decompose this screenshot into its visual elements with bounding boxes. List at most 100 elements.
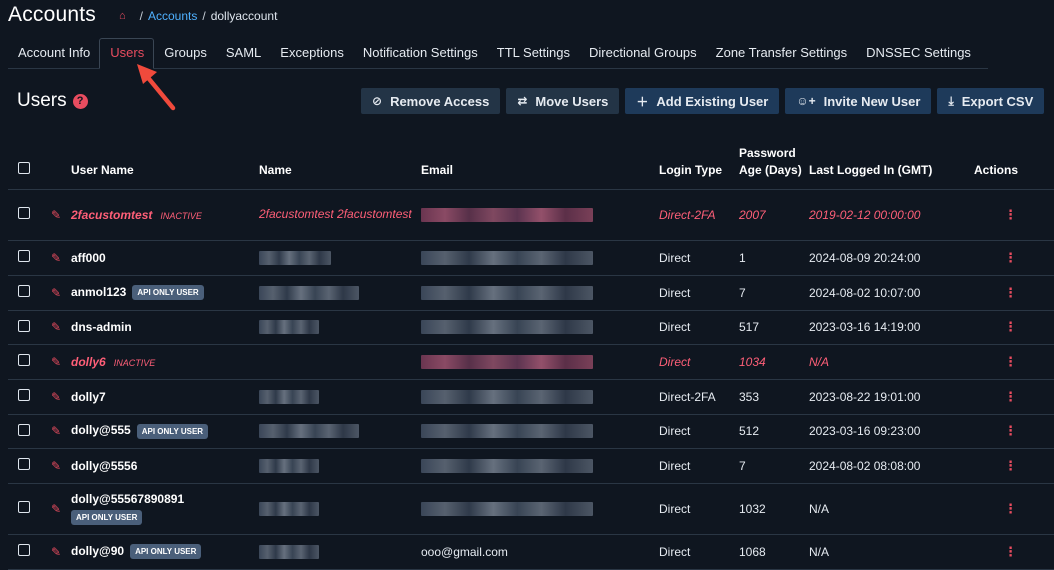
inactive-badge: INACTIVE <box>113 357 156 368</box>
kebab-menu-icon[interactable]: ⋮ <box>974 285 1017 300</box>
kebab-menu-icon[interactable]: ⋮ <box>974 501 1017 516</box>
table-row[interactable]: ✎ dolly@555 API ONLY USER Direct 512 2023-03-… <box>8 414 1054 449</box>
move-users-button[interactable]: ⇄ Move Users <box>506 88 620 114</box>
row-select-cell <box>8 379 43 415</box>
remove-access-button[interactable]: ⊘ Remove Access <box>361 88 501 114</box>
pencil-icon[interactable]: ✎ <box>51 459 61 473</box>
kebab-menu-icon[interactable]: ⋮ <box>974 423 1017 438</box>
row-select-cell <box>8 344 43 380</box>
kebab-menu-icon[interactable]: ⋮ <box>974 319 1017 334</box>
table-row[interactable]: ✎ dolly6 INACTIVE Direct 1034 N/A ⋮ <box>8 344 1054 380</box>
user-name-link[interactable]: dolly@90 <box>71 544 124 558</box>
pencil-icon[interactable]: ✎ <box>51 320 61 334</box>
password-age-cell: 7 <box>739 448 809 484</box>
tab-ttl-settings[interactable]: TTL Settings <box>487 38 579 68</box>
table-row[interactable]: ✎ dolly@5556 Direct 7 2024-08-02 08:08:00 ⋮ <box>8 448 1054 484</box>
tab-dnssec-settings[interactable]: DNSSEC Settings <box>856 38 980 68</box>
kebab-menu-icon[interactable]: ⋮ <box>974 207 1017 222</box>
pencil-icon[interactable]: ✎ <box>51 286 61 300</box>
login-type-cell: Direct <box>659 483 739 535</box>
pencil-icon[interactable]: ✎ <box>51 208 61 222</box>
password-age-cell: 353 <box>739 379 809 415</box>
breadcrumb-accounts-link[interactable]: Accounts <box>148 9 197 23</box>
last-logged-in-cell: N/A <box>809 483 974 535</box>
login-type-cell: Direct <box>659 240 739 276</box>
row-actions-cell: ⋮ <box>974 310 1054 345</box>
tab-account-info[interactable]: Account Info <box>8 38 99 68</box>
row-checkbox[interactable] <box>18 319 30 332</box>
select-all-checkbox[interactable] <box>18 161 30 174</box>
row-checkbox[interactable] <box>18 423 30 436</box>
home-icon[interactable]: ⌂ <box>119 10 126 22</box>
password-age-header[interactable]: Password Age (Days) <box>739 128 809 190</box>
user-name-link[interactable]: dolly@555 <box>71 423 131 437</box>
redacted-name <box>259 424 359 439</box>
email-header[interactable]: Email <box>421 128 659 190</box>
row-checkbox[interactable] <box>18 250 30 262</box>
row-checkbox[interactable] <box>18 458 30 470</box>
row-checkbox[interactable] <box>18 501 30 513</box>
add-existing-user-button[interactable]: ＋ Add Existing User <box>625 88 780 114</box>
row-checkbox[interactable] <box>18 544 30 556</box>
pencil-icon[interactable]: ✎ <box>51 390 61 404</box>
user-name-link[interactable]: aff000 <box>71 251 106 265</box>
row-checkbox[interactable] <box>18 389 30 401</box>
add-existing-user-label: Add Existing User <box>656 93 769 109</box>
table-row[interactable]: ✎ aff000 Direct 1 2024-08-09 20:24:00 ⋮ <box>8 240 1054 276</box>
user-name-cell: aff000 <box>71 240 259 276</box>
last-logged-in-cell: N/A <box>809 534 974 570</box>
table-row[interactable]: ✎ dolly7 Direct-2FA 353 2023-08-22 19:01:00 ⋮ <box>8 379 1054 415</box>
row-checkbox[interactable] <box>18 354 30 366</box>
kebab-menu-icon[interactable]: ⋮ <box>974 354 1017 369</box>
email-cell <box>421 344 659 380</box>
download-icon: ⤓ <box>948 93 954 108</box>
row-checkbox[interactable] <box>18 207 30 219</box>
pencil-icon[interactable]: ✎ <box>51 251 61 265</box>
invite-new-user-button[interactable]: ☺+ Invite New User <box>785 88 932 114</box>
login-type-header[interactable]: Login Type <box>659 128 739 190</box>
user-name-link[interactable]: dolly6 <box>71 355 106 369</box>
user-name-link[interactable]: 2facustomtest <box>71 208 152 222</box>
kebab-menu-icon[interactable]: ⋮ <box>974 544 1017 559</box>
last-logged-in-header[interactable]: Last Logged In (GMT) <box>809 128 974 190</box>
name-header[interactable]: Name <box>259 128 421 190</box>
pencil-icon[interactable]: ✎ <box>51 502 61 516</box>
tab-saml[interactable]: SAML <box>216 38 270 68</box>
user-name-link[interactable]: dolly@55567890891 <box>71 492 184 506</box>
table-row[interactable]: ✎ dns-admin Direct 517 2023-03-16 14:19:00 ⋮ <box>8 310 1054 345</box>
tab-zone-transfer-settings[interactable]: Zone Transfer Settings <box>706 38 857 68</box>
email-cell <box>421 275 659 311</box>
email-cell <box>421 448 659 484</box>
kebab-menu-icon[interactable]: ⋮ <box>974 458 1017 473</box>
export-csv-label: Export CSV <box>961 93 1034 109</box>
row-select-cell <box>8 240 43 276</box>
tab-exceptions[interactable]: Exceptions <box>270 38 353 68</box>
user-name-link[interactable]: anmol123 <box>71 285 126 299</box>
breadcrumb: ⌂ / Accounts / dollyaccount <box>119 9 277 23</box>
pencil-icon[interactable]: ✎ <box>51 424 61 438</box>
help-icon[interactable]: ? <box>72 93 88 109</box>
tab-directional-groups[interactable]: Directional Groups <box>579 38 706 68</box>
row-edit-cell: ✎ <box>43 483 71 535</box>
users-table: User Name Name Email Login Type Password… <box>8 128 1054 570</box>
pencil-icon[interactable]: ✎ <box>51 355 61 369</box>
table-row[interactable]: ✎ anmol123 API ONLY USER Direct 7 2024-08-02 … <box>8 275 1054 311</box>
user-name-link[interactable]: dns-admin <box>71 320 132 334</box>
breadcrumb-separator: / <box>202 9 206 23</box>
row-select-cell <box>8 310 43 345</box>
pencil-icon[interactable]: ✎ <box>51 545 61 559</box>
table-row[interactable]: ✎ dolly@90 API ONLY USER ooo@gmail.com Direc… <box>8 534 1054 570</box>
user-name-link[interactable]: dolly7 <box>71 390 106 404</box>
login-type-cell: Direct-2FA <box>659 379 739 415</box>
tab-notification-settings[interactable]: Notification Settings <box>353 38 487 68</box>
user-name-header[interactable]: User Name <box>71 128 259 190</box>
export-csv-button[interactable]: ⤓ Export CSV <box>937 88 1045 114</box>
table-row[interactable]: ✎ 2facustomtest INACTIVE 2facustomtest 2fac… <box>8 189 1054 241</box>
row-checkbox[interactable] <box>18 285 30 297</box>
name-cell <box>259 448 421 484</box>
kebab-menu-icon[interactable]: ⋮ <box>974 250 1017 265</box>
user-name-link[interactable]: dolly@5556 <box>71 459 137 473</box>
kebab-menu-icon[interactable]: ⋮ <box>974 389 1017 404</box>
redacted-email <box>421 354 593 369</box>
table-row[interactable]: ✎ dolly@55567890891 API ONLY USER Direct 103… <box>8 483 1054 535</box>
